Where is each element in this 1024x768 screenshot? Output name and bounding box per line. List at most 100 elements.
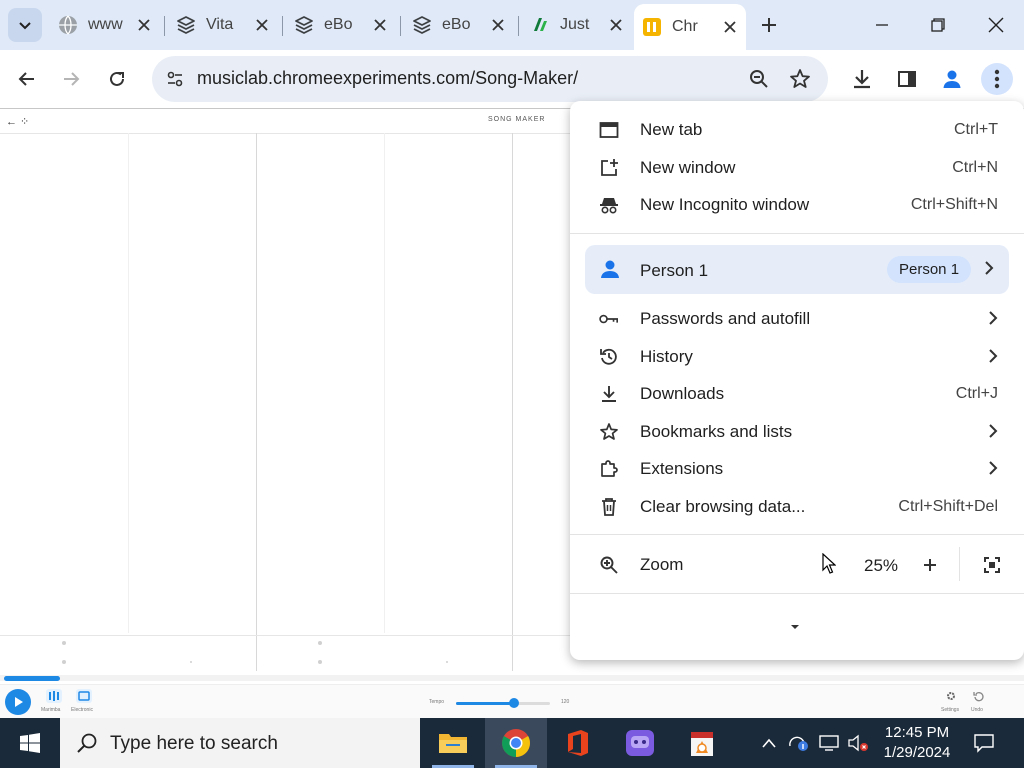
tab-search-button[interactable] [8,8,42,42]
restore-button[interactable] [918,8,958,42]
tab-title: eBo [442,16,471,33]
rhythm-dot[interactable] [318,641,322,645]
menu-item-passwords[interactable]: Passwords and autofill [570,301,1024,337]
menu-item-new-tab[interactable]: New tab Ctrl+T [570,112,1024,148]
play-button[interactable] [5,689,31,715]
menu-item-person[interactable]: Person 1 Person 1 [585,245,1009,294]
start-button[interactable] [0,718,60,768]
menu-item-label: Clear browsing data... [640,497,806,516]
star-icon [599,422,619,442]
download-icon [851,68,873,90]
reload-button[interactable] [101,63,133,95]
bookmark-star-icon[interactable] [788,67,812,91]
download-icon [599,384,619,404]
forward-button[interactable] [55,63,87,95]
system-clock[interactable]: 12:45 PM 1/29/2024 [872,723,962,763]
electronic-icon[interactable] [76,689,92,703]
chevron-right-icon [988,461,998,475]
reload-icon [107,69,127,89]
shortcut-text: Ctrl+J [955,385,998,402]
close-icon[interactable] [372,17,388,33]
zoom-indicator-icon[interactable] [748,68,770,90]
fullscreen-icon [984,557,1000,573]
profile-button[interactable] [936,63,968,95]
rhythm-dot[interactable] [62,641,66,645]
close-icon[interactable] [254,17,270,33]
close-icon[interactable] [722,19,738,35]
vlc-document-icon[interactable] [671,718,733,768]
scroll-down-caret-icon[interactable] [789,623,801,631]
url-text[interactable]: musiclab.chromeexperiments.com/Song-Make… [197,68,578,89]
chrome-menu: New tab Ctrl+T New window Ctrl+N New Inc… [570,101,1024,660]
tab-title: Just [560,16,590,33]
rhythm-dot[interactable] [190,661,192,663]
file-explorer-icon[interactable] [422,718,484,768]
display-icon[interactable] [815,718,843,768]
menu-item-downloads[interactable]: Downloads Ctrl+J [570,376,1024,412]
extension-icon [599,459,619,479]
close-icon[interactable] [608,17,624,33]
chat-app-icon[interactable] [609,718,671,768]
side-panel-button[interactable] [891,63,923,95]
menu-separator [570,593,1024,594]
chevron-right-icon [984,261,994,275]
gear-icon[interactable] [945,690,957,702]
grid-line [128,133,129,633]
zoom-in-button[interactable] [914,549,946,581]
tempo-slider-knob[interactable] [509,698,519,708]
menu-item-label: Extensions [640,459,724,478]
windows-taskbar: Type here to search 12:45 PM 1/29/2024 [0,718,1024,768]
notifications-button[interactable] [966,718,1002,768]
close-window-button[interactable] [976,8,1016,42]
tempo-value: 120 [561,699,570,705]
close-icon[interactable] [136,17,152,33]
instrument-label: Marimba [41,707,61,713]
history-icon [599,347,619,367]
menu-item-label: Downloads [640,384,725,403]
new-tab-button[interactable] [756,12,782,38]
office-icon[interactable] [547,718,609,768]
rhythm-dot[interactable] [318,660,322,664]
rhythm-dot[interactable] [446,661,448,663]
downloads-button[interactable] [846,63,878,95]
plus-icon [923,558,937,572]
back-button[interactable] [11,63,43,95]
tab-active[interactable]: Chr [634,4,746,50]
back-arrow-icon[interactable]: ← ⁘ [6,115,29,128]
person-name: Person 1 [640,261,709,280]
marimba-icon[interactable] [46,689,62,703]
layers-icon [176,15,196,35]
menu-item-extensions[interactable]: Extensions [570,451,1024,487]
tab-title: Vita [206,16,234,33]
tab-4[interactable]: eBo [404,8,514,42]
tab-strip: www Vita eBo eBo Just Chr [0,0,1024,50]
minimize-button[interactable] [862,8,902,42]
menu-item-new-window[interactable]: New window Ctrl+N [570,150,1024,186]
chrome-menu-button[interactable] [981,63,1013,95]
close-icon[interactable] [490,17,506,33]
chrome-icon[interactable] [485,718,547,768]
menu-item-incognito[interactable]: New Incognito window Ctrl+Shift+N [570,187,1024,223]
menu-item-label: New Incognito window [640,195,810,214]
menu-item-label: Bookmarks and lists [640,422,793,441]
menu-separator [570,233,1024,234]
undo-icon[interactable] [973,690,985,702]
new-tab-icon [599,120,619,140]
shortcut-text: Ctrl+Shift+Del [898,498,998,515]
menu-item-clear-data[interactable]: Clear browsing data... Ctrl+Shift+Del [570,489,1024,525]
tempo-slider-fill [456,702,514,705]
taskbar-search[interactable]: Type here to search [60,718,420,768]
show-hidden-icons-button[interactable] [756,718,782,768]
tab-5[interactable]: Just [522,8,632,42]
site-info-icon[interactable] [160,64,190,94]
menu-item-bookmarks[interactable]: Bookmarks and lists [570,414,1024,450]
menu-item-history[interactable]: History [570,339,1024,375]
rhythm-dot[interactable] [62,660,66,664]
address-bar[interactable]: musiclab.chromeexperiments.com/Song-Make… [152,56,828,102]
fullscreen-button[interactable] [976,549,1008,581]
volume-muted-icon[interactable] [845,718,871,768]
network-status-icon[interactable] [785,718,813,768]
tab-2[interactable]: Vita [168,8,278,42]
tab-1[interactable]: www [50,8,160,42]
tab-3[interactable]: eBo [286,8,396,42]
